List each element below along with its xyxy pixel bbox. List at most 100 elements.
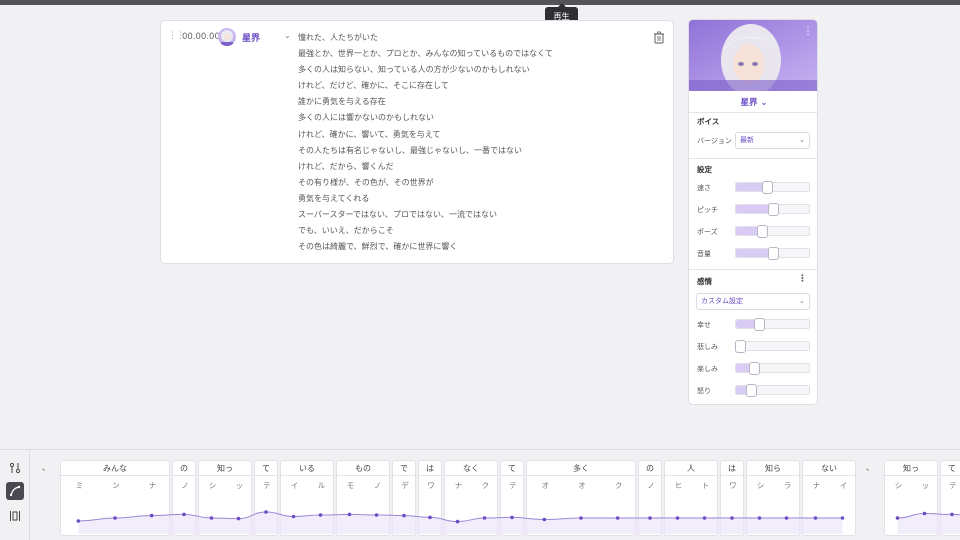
pitch-point[interactable] — [840, 516, 845, 520]
slider-label: 幸せ — [697, 321, 711, 329]
emotion-section-title: 感情 — [697, 277, 712, 286]
pitch-point[interactable] — [757, 516, 762, 520]
pitch-point[interactable] — [291, 514, 296, 519]
phoneme-track[interactable]: 、みんなミンナのノ知っシッてテいるイルものモノでデはワなくナクてテ多くオオクのノ… — [31, 450, 960, 540]
pitch-point[interactable] — [702, 516, 707, 520]
slider-thumb[interactable] — [748, 362, 760, 375]
pitch-point[interactable] — [374, 513, 379, 517]
pitch-draw-tool-button[interactable] — [6, 482, 24, 500]
slider-track[interactable] — [735, 203, 810, 216]
pitch-point[interactable] — [950, 512, 954, 517]
script-line[interactable]: 最強とか、世界一とか、プロとか、みんなの知っているものではなくて — [298, 46, 553, 62]
version-label: バージョン — [697, 137, 732, 145]
pitch-point[interactable] — [730, 516, 734, 520]
script-line[interactable]: その色は綺麗で、鮮烈で、確かに世界に響く — [298, 239, 553, 255]
slider-thumb[interactable] — [745, 384, 757, 397]
pitch-point[interactable] — [76, 519, 81, 523]
script-line[interactable]: 誰かに勇気を与える存在 — [298, 94, 553, 110]
select-tool-button[interactable] — [6, 459, 24, 477]
text-editor-card[interactable]: ⋮⋮ 00.00.00 星界 ⌄ 憧れた、人たちがいた 最強とか、世界一とか、プロ… — [160, 20, 674, 264]
script-line[interactable]: けれど、だから、響くんだ — [298, 159, 553, 175]
length-tool-icon — [10, 511, 20, 521]
pitch-point[interactable] — [455, 519, 460, 524]
settings-section-title: 設定 — [697, 165, 712, 174]
slider-label: ポーズ — [697, 228, 718, 236]
slider-track[interactable] — [735, 384, 810, 397]
pitch-point[interactable] — [922, 511, 927, 516]
select-tool-icon — [9, 462, 21, 474]
pitch-point[interactable] — [113, 516, 117, 520]
slider-thumb[interactable] — [757, 225, 769, 238]
speaker-chevron-down-icon[interactable]: ⌄ — [284, 31, 291, 40]
slider-track[interactable] — [735, 225, 810, 238]
pitch-point[interactable] — [236, 516, 241, 521]
character-name[interactable]: 星界 ⌄ — [689, 96, 817, 108]
pitch-editor: 、みんなミンナのノ知っシッてテいるイルものモノでデはワなくナクてテ多くオオクのノ… — [0, 449, 960, 540]
slider-track[interactable] — [735, 340, 810, 353]
script-line[interactable]: けれど、確かに、響いて、勇気を与えて — [298, 127, 553, 143]
script-line[interactable]: スーパースターではない、プロではない、一流ではない — [298, 207, 553, 223]
slider-label: 速さ — [697, 184, 711, 192]
slider-thumb[interactable] — [767, 203, 779, 216]
pitch-point[interactable] — [813, 516, 818, 520]
slider-track[interactable] — [735, 247, 810, 260]
divider — [689, 158, 817, 159]
slider-track[interactable] — [735, 181, 810, 194]
pitch-point[interactable] — [675, 516, 680, 520]
version-select[interactable]: 最新 ⌄ — [735, 132, 810, 149]
chevron-down-icon: ⌄ — [799, 136, 805, 144]
script-line[interactable]: その有り様が、その色が、その世界が — [298, 175, 553, 191]
slider-thumb[interactable] — [754, 318, 766, 331]
chevron-down-icon: ⌄ — [799, 297, 805, 305]
pitch-point[interactable] — [579, 516, 583, 520]
script-line[interactable]: でも、いいえ、だからこそ — [298, 223, 553, 239]
slider-track[interactable] — [735, 318, 810, 331]
character-portrait[interactable]: ⋮ — [689, 20, 818, 91]
pitch-point[interactable] — [347, 512, 352, 517]
slider-thumb[interactable] — [767, 247, 779, 260]
pitch-point[interactable] — [648, 516, 652, 520]
slider-track[interactable] — [735, 362, 810, 375]
pitch-curve[interactable] — [31, 450, 960, 540]
emotion-preset-select[interactable]: カスタム設定 ⌄ — [696, 293, 810, 310]
divider — [689, 269, 817, 270]
pitch-point[interactable] — [510, 515, 514, 520]
pitch-point[interactable] — [615, 516, 620, 520]
trash-icon[interactable] — [653, 31, 665, 44]
speaker-avatar[interactable] — [218, 28, 236, 46]
slider-thumb[interactable] — [735, 340, 747, 353]
pitch-point[interactable] — [149, 513, 154, 518]
pitch-point[interactable] — [318, 513, 323, 517]
length-tool-button[interactable] — [6, 507, 24, 525]
pitch-point[interactable] — [542, 517, 547, 522]
pitch-point[interactable] — [895, 516, 900, 520]
script-line[interactable]: 多くの人は知らない、知っている人の方が少ないのかもしれない — [298, 62, 553, 78]
speaker-name[interactable]: 星界 — [242, 31, 260, 44]
script-line[interactable]: 多くの人には響かないのかもしれない — [298, 110, 553, 126]
slider-thumb[interactable] — [761, 181, 773, 194]
script-line[interactable]: けれど、だけど、確かに、そこに存在して — [298, 78, 553, 94]
slider-label: 怒り — [697, 387, 711, 395]
voice-section-title: ボイス — [697, 117, 720, 126]
script-line[interactable]: 勇気を与えてくれる — [298, 191, 553, 207]
script-text[interactable]: 憧れた、人たちがいた 最強とか、世界一とか、プロとか、みんなの知っているものではな… — [298, 30, 553, 255]
pitch-point[interactable] — [209, 516, 214, 520]
pitch-point[interactable] — [264, 510, 268, 514]
start-time: 00.00.00 — [182, 32, 220, 42]
pitch-point[interactable] — [482, 516, 487, 520]
svg-text:⋮: ⋮ — [803, 26, 813, 37]
more-options-icon[interactable]: ⋮ — [798, 274, 807, 284]
pitch-point[interactable] — [182, 512, 186, 517]
pen-curve-icon — [9, 485, 21, 497]
slider-label: 音量 — [697, 250, 711, 258]
slider-label: ピッチ — [697, 206, 718, 214]
script-line[interactable]: その人たちは有名じゃないし、最強じゃないし、一番ではない — [298, 143, 553, 159]
pitch-point[interactable] — [428, 515, 432, 520]
divider — [689, 112, 817, 113]
voice-settings-panel: ⋮ 星界 ⌄ ボイス バージョン 最新 ⌄ 設定 速さ ピッチ ポーズ 音量 感情 ⋮ … — [688, 19, 818, 405]
slider-label: 楽しみ — [697, 365, 718, 373]
pitch-point[interactable] — [784, 516, 789, 520]
tool-column — [0, 450, 30, 540]
pitch-point[interactable] — [402, 513, 406, 518]
script-line[interactable]: 憧れた、人たちがいた — [298, 30, 553, 46]
